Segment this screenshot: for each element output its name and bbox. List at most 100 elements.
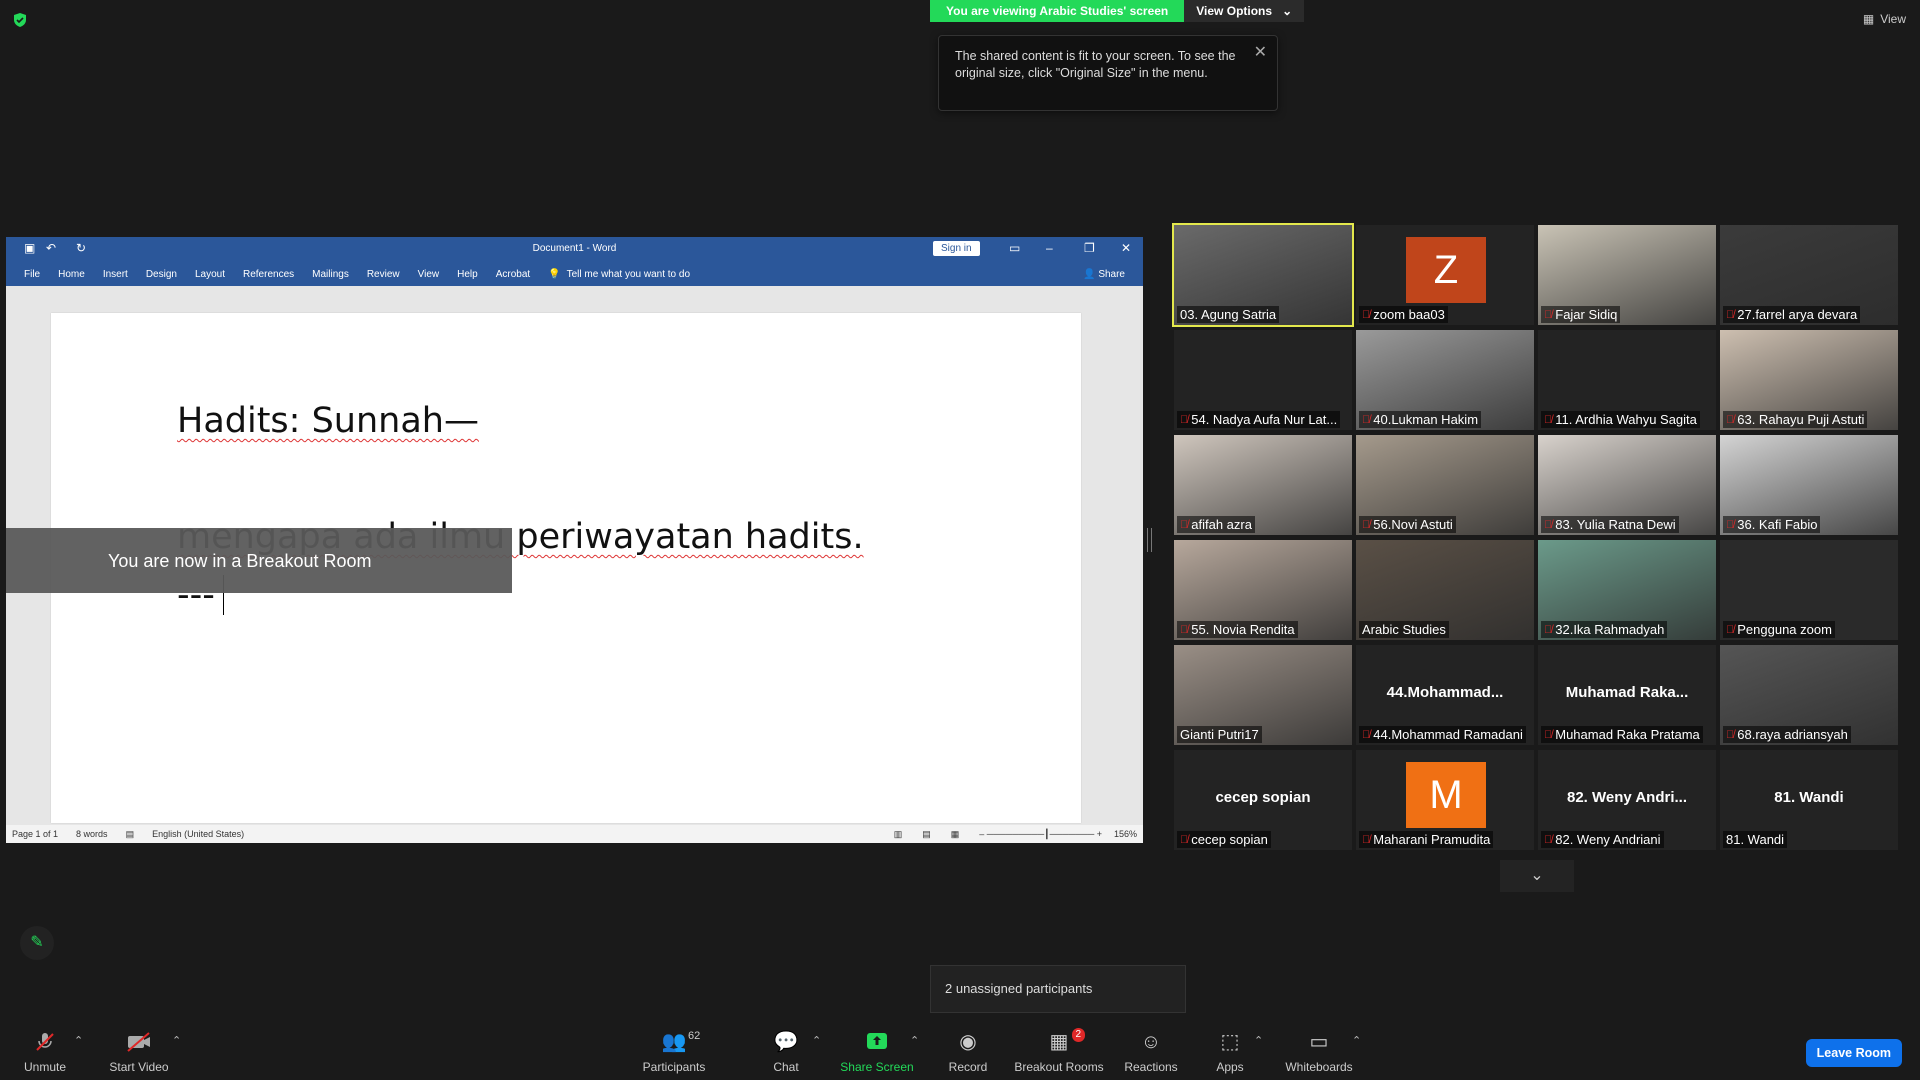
microphone-muted-icon: 🎙̸ — [1362, 308, 1371, 321]
chevron-down-icon: ⌄ — [1530, 867, 1544, 884]
ribbon-tab-file[interactable]: File — [24, 269, 40, 280]
participant-name-label: 🎙̸ Fajar Sidiq — [1541, 306, 1621, 323]
view-label: View — [1880, 12, 1906, 26]
participant-tile[interactable]: Gianti Putri17 — [1174, 645, 1352, 745]
ribbon-tab-mailings[interactable]: Mailings — [312, 269, 349, 280]
view-options-button[interactable]: View Options ⌄ — [1184, 0, 1305, 22]
microphone-muted-icon: 🎙̸ — [1362, 728, 1371, 741]
ribbon-tab-view[interactable]: View — [418, 269, 440, 280]
close-word-icon[interactable]: ✕ — [1121, 241, 1131, 255]
close-icon[interactable]: ✕ — [1254, 42, 1267, 62]
participant-tile[interactable]: 🎙̸ 83. Yulia Ratna Dewi — [1538, 435, 1716, 535]
participant-tile[interactable]: M 🎙̸ Maharani Pramudita — [1356, 750, 1534, 850]
share-banner: You are viewing Arabic Studies' screen V… — [930, 0, 1305, 22]
minimize-icon[interactable]: – — [1046, 241, 1053, 255]
panel-splitter-handle[interactable] — [1147, 528, 1152, 552]
start-video-label: Start Video — [109, 1060, 169, 1074]
participant-name-label: 🎙̸ afifah azra — [1177, 516, 1255, 533]
read-mode-icon[interactable]: ▥ — [894, 829, 903, 840]
ribbon-display-icon[interactable]: ▭ — [1009, 241, 1020, 255]
print-layout-icon[interactable]: ▤ — [922, 829, 931, 840]
apps-icon: ⬚ — [1220, 1031, 1240, 1053]
video-off-icon — [106, 1030, 172, 1054]
participant-tile[interactable]: 🎙̸ Pengguna zoom — [1720, 540, 1898, 640]
participant-avatar: Z — [1406, 237, 1486, 303]
record-icon: ◉ — [959, 1031, 977, 1053]
security-shield-icon[interactable] — [12, 12, 28, 33]
participant-name-label: 🎙̸ Muhamad Raka Pratama — [1541, 726, 1703, 743]
sign-in-button[interactable]: Sign in — [933, 241, 980, 256]
restore-icon[interactable]: ❐ — [1084, 241, 1095, 255]
breakout-rooms-button[interactable]: ▦ 2 Breakout Rooms — [1014, 1028, 1104, 1074]
record-button[interactable]: ◉ Record — [946, 1030, 990, 1074]
participant-name-label: 🎙̸ 63. Rahayu Puji Astuti — [1723, 411, 1868, 428]
audio-options-caret-icon[interactable]: ⌃ — [74, 1034, 83, 1047]
participants-button[interactable]: 👥 62 Participants — [640, 1030, 708, 1074]
share-screen-button[interactable]: Share Screen — [840, 1030, 914, 1074]
participant-name: 56.Novi Astuti — [1373, 517, 1453, 532]
participant-tile[interactable]: 🎙̸ afifah azra — [1174, 435, 1352, 535]
ribbon-tab-review[interactable]: Review — [367, 269, 400, 280]
leave-room-button[interactable]: Leave Room — [1805, 1039, 1902, 1067]
video-options-caret-icon[interactable]: ⌃ — [172, 1034, 181, 1047]
participant-tile[interactable]: 🎙̸ 55. Novia Rendita — [1174, 540, 1352, 640]
zoom-slider[interactable]: – ─────────┃─────── + — [979, 829, 1102, 840]
gallery-next-page-button[interactable]: ⌄ — [1500, 860, 1574, 892]
annotate-pencil-icon[interactable]: ✎ — [20, 926, 54, 960]
web-layout-icon[interactable]: ▦ — [951, 829, 960, 840]
participant-tile[interactable]: 44.Mohammad... 🎙̸ 44.Mohammad Ramadani — [1356, 645, 1534, 745]
participant-tile[interactable]: Arabic Studies — [1356, 540, 1534, 640]
ribbon-tab-acrobat[interactable]: Acrobat — [496, 269, 530, 280]
participant-name: 82. Weny Andriani — [1555, 832, 1661, 847]
participant-tile[interactable]: 🎙̸ 54. Nadya Aufa Nur Lat... — [1174, 330, 1352, 430]
ribbon-tab-insert[interactable]: Insert — [103, 269, 128, 280]
participant-tile[interactable]: 🎙̸ 56.Novi Astuti — [1356, 435, 1534, 535]
ribbon-tab-layout[interactable]: Layout — [195, 269, 225, 280]
start-video-button[interactable]: Start Video — [106, 1030, 172, 1074]
participant-tile[interactable]: 🎙̸ 32.Ika Rahmadyah — [1538, 540, 1716, 640]
reactions-button[interactable]: ☺ Reactions — [1124, 1030, 1178, 1074]
unmute-label: Unmute — [23, 1060, 67, 1074]
participants-count: 62 — [688, 1030, 701, 1042]
share-screen-label: Share Screen — [840, 1060, 914, 1074]
unassigned-text: 2 unassigned participants — [945, 981, 1093, 996]
share-options-caret-icon[interactable]: ⌃ — [910, 1034, 919, 1047]
participant-name-label: 🎙̸ cecep sopian — [1177, 831, 1271, 848]
microphone-muted-icon: 🎙̸ — [1726, 413, 1735, 426]
participant-tile[interactable]: 🎙̸ 36. Kafi Fabio — [1720, 435, 1898, 535]
participant-tile[interactable]: 03. Agung Satria — [1172, 223, 1354, 327]
microphone-muted-icon: 🎙̸ — [1726, 623, 1735, 636]
chat-button[interactable]: 💬 Chat — [766, 1030, 806, 1074]
ribbon-tab-home[interactable]: Home — [58, 269, 85, 280]
whiteboard-options-caret-icon[interactable]: ⌃ — [1352, 1034, 1361, 1047]
participant-avatar: M — [1406, 762, 1486, 828]
participant-tile[interactable]: 82. Weny Andri... 🎙̸ 82. Weny Andriani — [1538, 750, 1716, 850]
participant-tile[interactable]: cecep sopian 🎙̸ cecep sopian — [1174, 750, 1352, 850]
participant-name-label: 🎙̸ 27.farrel arya devara — [1723, 306, 1861, 323]
whiteboards-button[interactable]: ▭ Whiteboards — [1284, 1030, 1354, 1074]
apps-options-caret-icon[interactable]: ⌃ — [1254, 1034, 1263, 1047]
ribbon-tab-references[interactable]: References — [243, 269, 294, 280]
chat-options-caret-icon[interactable]: ⌃ — [812, 1034, 821, 1047]
participant-tile[interactable]: 81. Wandi 81. Wandi — [1720, 750, 1898, 850]
apps-button[interactable]: ⬚ Apps — [1212, 1030, 1248, 1074]
ribbon-tab-help[interactable]: Help — [457, 269, 478, 280]
participant-name-label: 🎙̸ 68.raya adriansyah — [1723, 726, 1851, 743]
participant-tile[interactable]: 🎙̸ 40.Lukman Hakim — [1356, 330, 1534, 430]
microphone-muted-icon: 🎙̸ — [1362, 833, 1371, 846]
participant-tile[interactable]: 🎙̸ 11. Ardhia Wahyu Sagita — [1538, 330, 1716, 430]
microphone-muted-icon: 🎙̸ — [1726, 518, 1735, 531]
participant-center-name: cecep sopian — [1215, 789, 1311, 806]
unmute-button[interactable]: Unmute — [22, 1030, 68, 1074]
participant-tile[interactable]: 🎙̸ 68.raya adriansyah — [1720, 645, 1898, 745]
participant-tile[interactable]: Z 🎙̸ zoom baa03 — [1356, 225, 1534, 325]
apps-label: Apps — [1216, 1060, 1244, 1074]
view-menu-button[interactable]: ▦ View — [1863, 12, 1906, 26]
participant-tile[interactable]: 🎙̸ 63. Rahayu Puji Astuti — [1720, 330, 1898, 430]
participant-tile[interactable]: Muhamad Raka... 🎙̸ Muhamad Raka Pratama — [1538, 645, 1716, 745]
ribbon-tab-design[interactable]: Design — [146, 269, 177, 280]
participant-tile[interactable]: 🎙̸ 27.farrel arya devara — [1720, 225, 1898, 325]
participant-tile[interactable]: 🎙̸ Fajar Sidiq — [1538, 225, 1716, 325]
share-word-button[interactable]: 👤 Share — [1083, 269, 1125, 280]
tell-me-search[interactable]: Tell me what you want to do — [567, 269, 690, 280]
